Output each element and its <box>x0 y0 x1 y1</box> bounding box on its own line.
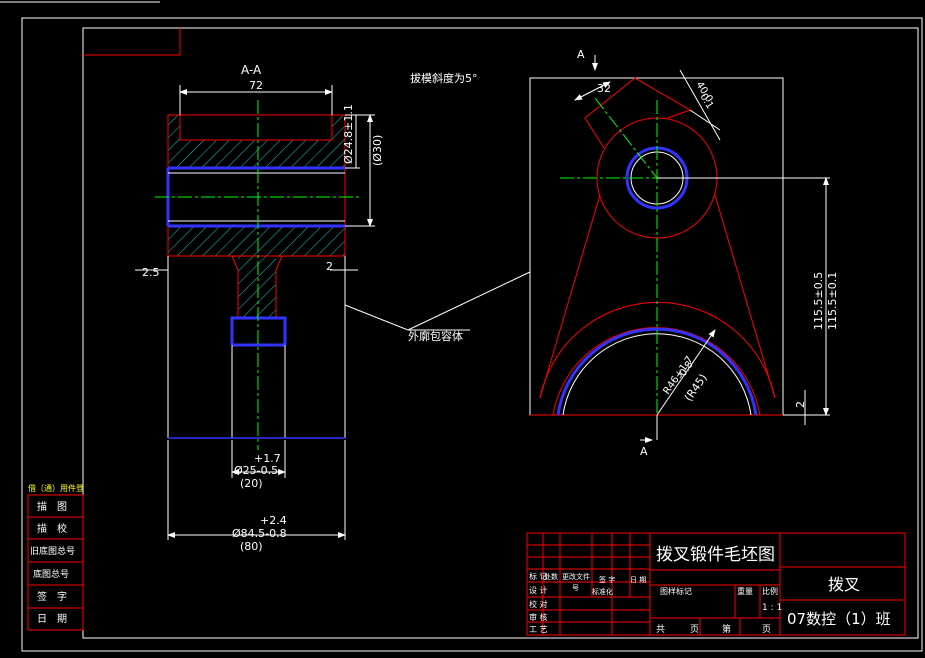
tb-row-label-3: 校 对 <box>529 599 548 609</box>
sheet-label: 页 <box>690 624 699 635</box>
section-mark-top: A <box>577 48 585 61</box>
left-table-row-2: 描 校 <box>37 522 67 535</box>
dim-shaft-dia: Ø25-0.5 <box>234 464 278 477</box>
tb-col-label-4: 签 字 <box>599 575 615 584</box>
scale-value: 1 : 1 <box>762 603 782 613</box>
scale-label: 比例 <box>762 586 778 596</box>
tb-col-label-5: 日 期 <box>630 576 646 584</box>
plan-view-right: A A 32 40.0 0.1 115.5±0.5 115.5±0.1 R46+… <box>529 48 839 458</box>
total-label: 共 <box>656 624 665 635</box>
section-mark-bottom: A <box>640 445 648 458</box>
left-table-row-5: 签 字 <box>37 590 67 603</box>
cad-drawing: A-A 72 Ø24.8±1.1 (Ø30) 2.5 2 +1.7 Ø25-0.… <box>0 1 923 652</box>
dim-base-dia: Ø84.5-0.8 <box>232 527 287 540</box>
hatch-flange-top <box>167 114 346 169</box>
section-view-left: A-A 72 Ø24.8±1.1 (Ø30) 2.5 2 +1.7 Ø25-0.… <box>135 63 384 553</box>
dim-bore-dia: Ø24.8±1.1 <box>342 104 355 164</box>
drawing-title: 拨叉锻件毛坯图 <box>656 545 775 565</box>
dim-bore-ref: (Ø30) <box>371 135 384 166</box>
hatch-stem <box>238 256 276 318</box>
dim-base-tol-up: +2.4 <box>260 514 287 527</box>
part-name: 拨叉 <box>828 575 860 594</box>
dim-shaft-ref: (20) <box>240 477 263 490</box>
dim-base-ref: (80) <box>240 540 263 553</box>
page-no-label: 第 <box>722 623 731 635</box>
hatch-flange-lower <box>167 225 346 257</box>
class-name: 07数控（1）班 <box>787 610 891 628</box>
left-table-row-6: 日 期 <box>37 613 67 625</box>
tb-row-label-4: 审 核 <box>529 612 548 622</box>
dim-height-b: 115.5±0.1 <box>826 272 839 330</box>
envelope-leader <box>344 271 531 331</box>
draft-note: 拔模斜度为5° <box>410 71 478 85</box>
tb-col-label-3: 号 <box>572 584 579 592</box>
stage-mark: 图样标记 <box>660 586 692 596</box>
dim-height-a: 115.5±0.5 <box>812 272 825 330</box>
top-left-corner-mark <box>83 28 181 56</box>
title-block: 拨叉锻件毛坯图 拨叉 07数控（1）班 标 记 设 计 校 对 审 核 工 艺 … <box>526 532 906 636</box>
drawing-frame <box>21 17 923 652</box>
tb-col-label-1: 处数 <box>544 572 558 581</box>
tb-col-label-2: 更改文件 <box>562 572 590 581</box>
left-table-row-3: 旧底图总号 <box>30 545 75 557</box>
envelope-note: 外廓包容体 <box>408 329 463 343</box>
dim-angle: 32 <box>597 82 611 95</box>
dim-width-top: 72 <box>249 79 263 92</box>
tb-col-label-6: 标准化 <box>592 587 613 596</box>
left-table-header: 借（通）用件登 <box>28 483 84 493</box>
page-label: 页 <box>762 624 771 635</box>
section-label: A-A <box>241 63 262 77</box>
dimensions-right <box>574 69 830 425</box>
dim-bottom-gap: 2 <box>794 401 807 408</box>
left-table-row-1: 描 图 <box>37 500 67 513</box>
dim-step-right: 2 <box>326 260 333 273</box>
left-table-row-4: 底图总号 <box>33 568 69 580</box>
tb-row-label-2: 设 计 <box>529 585 548 595</box>
section-arrows <box>592 55 653 443</box>
left-side-table: 借（通）用件登 描 图 描 校 旧底图总号 底图总号 签 字 日 期 <box>27 483 84 631</box>
weight-label: 重量 <box>737 586 753 596</box>
dim-step-left: 2.5 <box>142 266 160 279</box>
tb-row-label-5: 工 艺 <box>529 625 548 634</box>
